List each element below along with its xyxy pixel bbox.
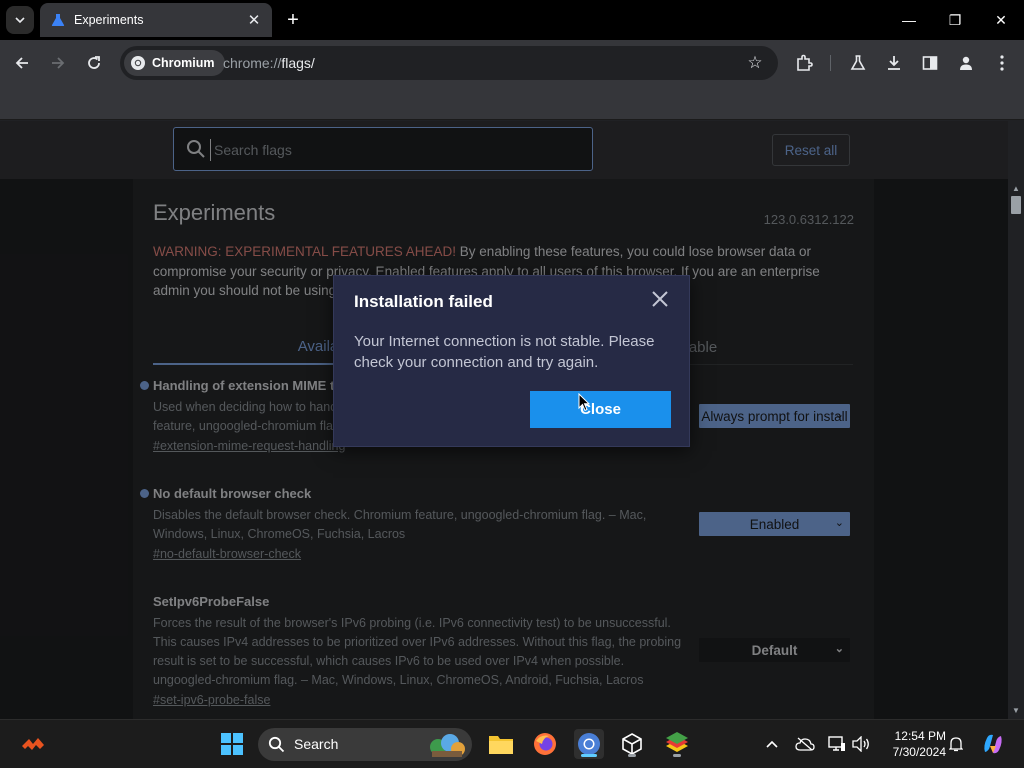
extensions-icon[interactable] — [792, 51, 816, 75]
url-text[interactable]: chrome://flags/ — [223, 55, 315, 71]
chevron-up-icon[interactable] — [762, 734, 782, 754]
site-chip-label: Chromium — [152, 56, 215, 70]
cloud-offline-icon[interactable] — [795, 734, 815, 754]
reload-button[interactable] — [80, 49, 108, 77]
scrollbar-thumb[interactable] — [1011, 196, 1021, 214]
bookmark-bar — [0, 86, 1024, 120]
toolbar-divider — [830, 55, 831, 71]
active-app-indicator — [581, 754, 597, 757]
menu-kebab-icon[interactable] — [990, 51, 1014, 75]
arrow-left-icon — [15, 57, 28, 69]
scroll-up-icon[interactable]: ▲ — [1008, 181, 1024, 195]
bookmark-star-icon[interactable]: ☆ — [744, 52, 766, 74]
profile-icon[interactable] — [954, 51, 978, 75]
tab-title: Experiments — [74, 13, 144, 27]
tab-close-icon[interactable]: ✕ — [242, 8, 266, 32]
clock-time: 12:54 PM — [894, 729, 946, 743]
taskbar: Search 12:54 PM 7/30/2024 — [0, 719, 1024, 768]
tab-strip: Experiments ✕ + — ❐ ✕ — [0, 0, 1024, 40]
site-chip[interactable]: Chromium — [124, 50, 225, 76]
minimize-button[interactable]: — — [886, 0, 932, 40]
display-icon[interactable] — [827, 734, 847, 754]
clock-date: 7/30/2024 — [892, 745, 946, 759]
bluestacks-icon[interactable] — [662, 729, 692, 759]
arrow-right-icon — [52, 57, 65, 69]
dialog-message: Your Internet connection is not stable. … — [354, 333, 655, 371]
page-scrollbar[interactable]: ▲ ▼ — [1008, 179, 1024, 719]
tab-experiments[interactable]: Experiments ✕ — [40, 3, 272, 37]
new-tab-button[interactable]: + — [280, 7, 306, 33]
chromium-icon — [131, 56, 145, 70]
file-explorer-icon[interactable] — [486, 729, 516, 759]
installation-failed-dialog: Installation failed Your Internet connec… — [333, 275, 690, 447]
forward-button[interactable] — [44, 49, 72, 77]
restore-icon: ❐ — [948, 11, 962, 28]
close-icon: ✕ — [995, 11, 1007, 28]
download-icon[interactable] — [882, 51, 906, 75]
flask-icon — [50, 12, 66, 28]
tab-search-button[interactable] — [6, 6, 34, 34]
scroll-down-icon[interactable]: ▼ — [1008, 703, 1024, 717]
taskbar-search[interactable]: Search — [258, 728, 472, 761]
taskbar-search-label: Search — [294, 736, 339, 752]
bell-icon[interactable] — [946, 734, 966, 754]
window-close-button[interactable]: ✕ — [978, 0, 1024, 40]
dialog-close-icon[interactable] — [649, 288, 671, 310]
restore-button[interactable]: ❐ — [932, 0, 978, 40]
running-app-indicator — [628, 754, 636, 757]
chevron-down-icon — [15, 17, 25, 24]
labs-flask-icon[interactable] — [846, 51, 870, 75]
virtualbox-cube-icon[interactable] — [617, 729, 647, 759]
volume-icon[interactable] — [851, 734, 871, 754]
search-highlight-icon — [430, 734, 465, 757]
dialog-title: Installation failed — [354, 292, 493, 311]
reload-icon — [88, 56, 100, 69]
copilot-icon[interactable] — [978, 729, 1008, 759]
firefox-icon[interactable] — [530, 729, 560, 759]
minimize-icon: — — [902, 12, 916, 28]
taskbar-clock[interactable]: 12:54 PM 7/30/2024 — [878, 728, 946, 760]
back-button[interactable] — [8, 49, 36, 77]
dialog-close-button[interactable]: Close — [530, 391, 671, 428]
mouse-cursor-icon — [578, 393, 590, 412]
running-app-indicator — [673, 754, 681, 757]
app-launcher-icon[interactable] — [18, 729, 48, 759]
address-bar[interactable]: Chromium chrome://flags/ ☆ — [120, 46, 778, 80]
chromium-taskbar-icon[interactable] — [574, 729, 604, 759]
side-panel-icon[interactable] — [918, 51, 942, 75]
windows-start-icon[interactable] — [217, 729, 247, 759]
url-path: flags/ — [281, 55, 315, 71]
url-scheme: chrome:// — [223, 55, 282, 71]
browser-toolbar: Chromium chrome://flags/ ☆ — [0, 40, 1024, 86]
search-icon — [268, 736, 285, 753]
